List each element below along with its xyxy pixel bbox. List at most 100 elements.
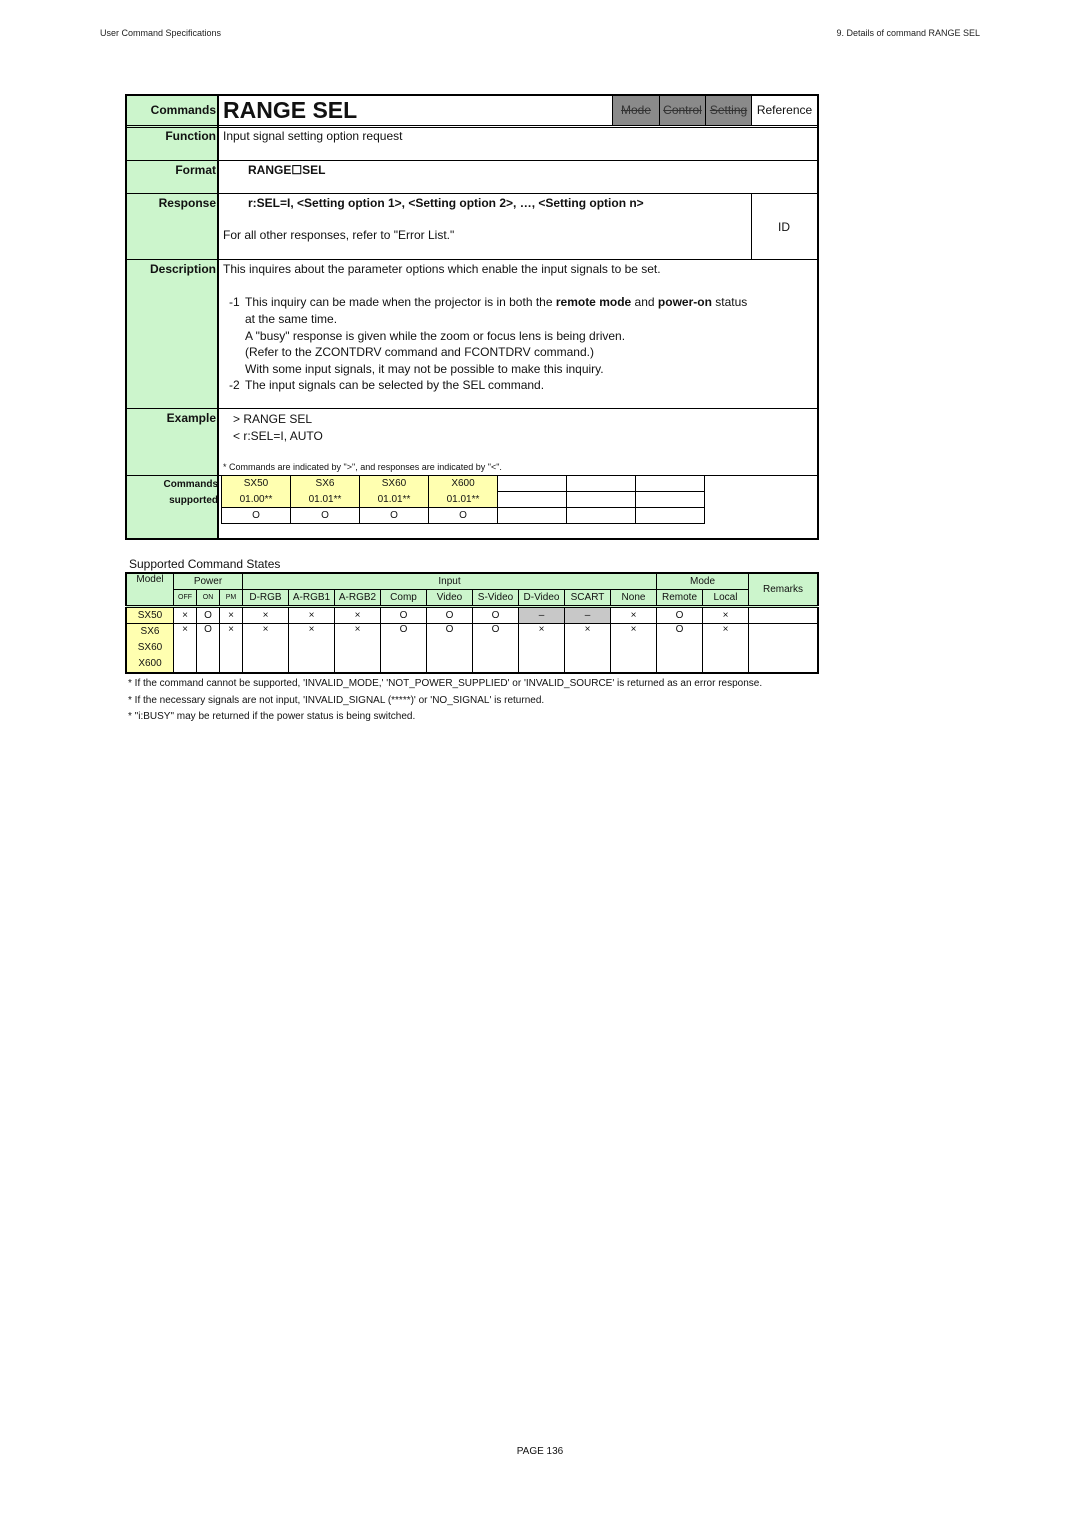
empty-cell: [635, 507, 705, 524]
col-power: Power: [173, 572, 243, 590]
format-label: Format: [175, 163, 216, 177]
remarks-cell: [748, 605, 819, 624]
response-other: For all other responses, refer to "Error…: [223, 228, 455, 242]
model-name: SX60: [137, 642, 163, 653]
states-title: Supported Command States: [129, 557, 281, 571]
example-response: < r:SEL=I, AUTO: [233, 428, 323, 443]
state-cell: ×: [702, 623, 749, 674]
note-line: A "busy" response is given while the zoo…: [245, 328, 626, 343]
command-spec-table: Commands RANGE SEL Mode Control Setting …: [125, 94, 819, 540]
col-d-rgb: D-RGB: [242, 589, 289, 607]
footnote: * If the command cannot be supported, 'I…: [128, 678, 763, 689]
note-2-text: The input signals can be selected by the…: [245, 378, 545, 392]
note-1-bold-power: power-on: [657, 295, 712, 309]
row-model: SX50: [125, 605, 174, 624]
footnotes: * If the command cannot be supported, 'I…: [128, 676, 762, 726]
state-cell: O: [196, 605, 220, 624]
row-model: SX6 SX60 X600: [125, 623, 174, 674]
note-1-lines: at the same time. A "busy" response is g…: [245, 311, 625, 377]
divider: [127, 160, 817, 161]
commands-label: Commands: [150, 103, 216, 117]
note-1-number: -1: [229, 295, 240, 309]
tag-setting: Setting: [705, 96, 751, 126]
col-off: OFF: [173, 589, 197, 607]
state-cell: O: [380, 623, 427, 674]
function-label: Function: [165, 129, 216, 143]
support-mark: O: [359, 507, 429, 524]
state-cell: O: [380, 605, 427, 624]
model-version: 01.01**: [290, 491, 360, 508]
state-cell-na: –: [518, 605, 565, 624]
col-a-rgb1: A-RGB1: [288, 589, 335, 607]
state-cell: O: [426, 623, 473, 674]
empty-cell: [497, 491, 567, 508]
state-cell: O: [196, 623, 220, 674]
model-name: SX6: [140, 626, 160, 637]
empty-cell: [566, 491, 636, 508]
description-label: Description: [149, 262, 216, 276]
model-name: X600: [428, 475, 498, 492]
model-name: X600: [138, 658, 162, 669]
col-d-video: D-Video: [518, 589, 565, 607]
col-a-rgb2: A-RGB2: [334, 589, 381, 607]
footnote: * If the necessary signals are not input…: [128, 694, 545, 706]
model-version: 01.01**: [359, 491, 429, 508]
response-id: ID: [778, 220, 790, 234]
doc-header-section: 9. Details of command RANGE SEL: [836, 28, 980, 38]
support-mark: O: [428, 507, 498, 524]
state-cell: ×: [242, 605, 289, 624]
state-cell: O: [472, 623, 519, 674]
note-1-text: This inquiry can be made when the projec…: [245, 295, 747, 309]
supported-models-table: SX50 SX6 SX60 X600 01.00** 01.01** 01.01…: [221, 475, 705, 524]
note-1-post: status: [711, 295, 748, 309]
empty-cell: [497, 507, 567, 524]
model-name: SX60: [359, 475, 429, 492]
tag-mode: Mode: [612, 96, 659, 126]
states-table: Model Power Input Mode Remarks OFF ON PM…: [125, 572, 819, 674]
state-cell: ×: [173, 605, 197, 624]
table-row: SX50 × O × × × × O O O – – × O ×: [125, 605, 819, 624]
empty-cell: [497, 475, 567, 492]
response-label: Response: [158, 196, 216, 210]
example-command: > RANGE SEL: [233, 412, 313, 426]
support-mark: O: [290, 507, 360, 524]
note-1-pre: This inquiry can be made when the projec…: [245, 295, 556, 309]
state-cell: O: [656, 605, 703, 624]
col-pm: PM: [219, 589, 243, 607]
command-name: RANGE SEL: [223, 97, 358, 123]
note-line: (Refer to the ZCONTDRV command and FCONT…: [245, 345, 594, 359]
state-cell: ×: [610, 605, 657, 624]
page-number: PAGE 136: [516, 1446, 564, 1457]
col-on: ON: [196, 589, 220, 607]
description-main: This inquires about the parameter option…: [223, 262, 661, 276]
supported-label-line1: Commands: [163, 479, 218, 490]
empty-cell: [566, 507, 636, 524]
empty-cell: [635, 491, 705, 508]
model-name: SX50: [221, 475, 291, 492]
footnote: * "i:BUSY" may be returned if the power …: [128, 711, 416, 722]
col-remarks: Remarks: [748, 572, 819, 607]
state-cell: ×: [288, 623, 335, 674]
col-mode: Mode: [656, 572, 749, 590]
response-format: r:SEL=I, <Setting option 1>, <Setting op…: [248, 196, 644, 210]
note-1-bold-remote: remote mode: [555, 295, 632, 309]
model-name: SX6: [290, 475, 360, 492]
divider: [127, 125, 817, 128]
state-cell: O: [426, 605, 473, 624]
state-cell: ×: [518, 623, 565, 674]
col-comp: Comp: [380, 589, 427, 607]
model-version: 01.00**: [221, 491, 291, 508]
empty-cell: [566, 475, 636, 492]
state-cell: ×: [242, 623, 289, 674]
col-local: Local: [702, 589, 749, 607]
col-video: Video: [426, 589, 473, 607]
state-cell: ×: [564, 623, 611, 674]
col-none: None: [610, 589, 657, 607]
example-lines: > RANGE SEL < r:SEL=I, AUTO: [233, 411, 323, 444]
state-cell: ×: [702, 605, 749, 624]
state-cell: ×: [334, 605, 381, 624]
function-text: Input signal setting option request: [223, 129, 403, 143]
tag-control: Control: [659, 96, 705, 126]
col-input: Input: [242, 572, 657, 590]
col-model: Model: [125, 572, 174, 607]
